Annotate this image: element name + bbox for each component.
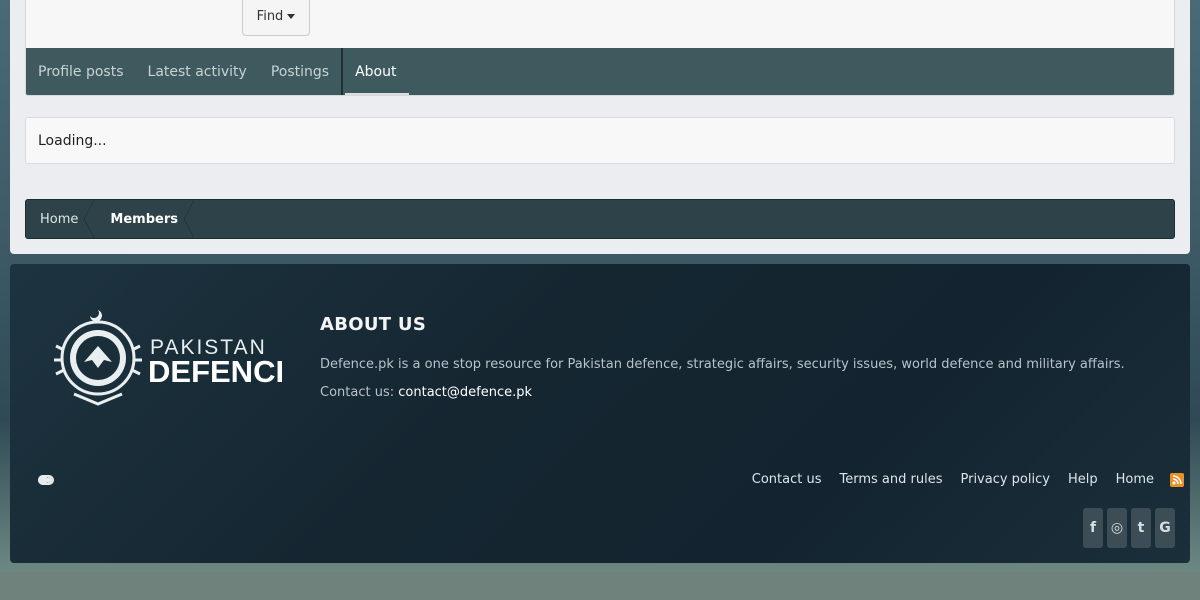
main-content-wrapper: Find Profile posts Latest activity Posti… (10, 0, 1190, 254)
footer-link-terms[interactable]: Terms and rules (840, 472, 943, 487)
tab-latest-activity[interactable]: Latest activity (136, 48, 259, 95)
footer-link-help[interactable]: Help (1068, 472, 1098, 487)
logo-text-main: DEFENCE (148, 354, 282, 389)
profile-card: Find Profile posts Latest activity Posti… (25, 0, 1175, 96)
footer-links: Contact us Terms and rules Privacy polic… (734, 472, 1184, 487)
breadcrumb-members[interactable]: Members (96, 200, 196, 238)
tab-about[interactable]: About (341, 48, 409, 95)
footer-link-contact-us[interactable]: Contact us (752, 472, 822, 487)
style-toggle[interactable] (38, 475, 54, 485)
social-buttons: f ◎ t G (1083, 508, 1175, 548)
pakistan-defence-logo[interactable]: PAKISTAN DEFENCE (50, 302, 296, 408)
facebook-icon[interactable]: f (1083, 508, 1103, 548)
loading-text: Loading... (38, 132, 107, 149)
footer-link-privacy[interactable]: Privacy policy (960, 472, 1049, 487)
find-button-label: Find (256, 8, 284, 24)
contact-prefix: Contact us: (320, 385, 395, 400)
page-background-strip (0, 572, 1200, 600)
caret-down-icon (287, 13, 296, 19)
breadcrumb: Home Members (25, 199, 1175, 239)
profile-tab-bar: Profile posts Latest activity Postings A… (26, 48, 1174, 95)
tab-postings[interactable]: Postings (259, 48, 341, 95)
footer-link-home[interactable]: Home (1116, 472, 1154, 487)
instagram-icon[interactable]: ◎ (1107, 508, 1127, 548)
contact-email-link[interactable]: contact@defence.pk (398, 385, 532, 400)
tab-profile-posts[interactable]: Profile posts (26, 48, 136, 95)
twitter-icon[interactable]: t (1131, 508, 1151, 548)
google-icon[interactable]: G (1155, 508, 1175, 548)
breadcrumb-home[interactable]: Home (26, 200, 96, 238)
about-description: Defence.pk is a one stop resource for Pa… (320, 357, 1125, 372)
logo-emblem-icon: PAKISTAN DEFENCE (54, 310, 296, 406)
contact-line: Contact us: contact@defence.pk (320, 385, 532, 400)
loading-panel: Loading... (25, 117, 1175, 164)
rss-glyph-icon (1172, 474, 1182, 484)
site-footer: PAKISTAN DEFENCE ABOUT US Defence.pk is … (10, 264, 1190, 563)
rss-icon[interactable] (1170, 472, 1184, 487)
find-button[interactable]: Find (242, 0, 310, 36)
about-title: ABOUT US (320, 314, 427, 335)
